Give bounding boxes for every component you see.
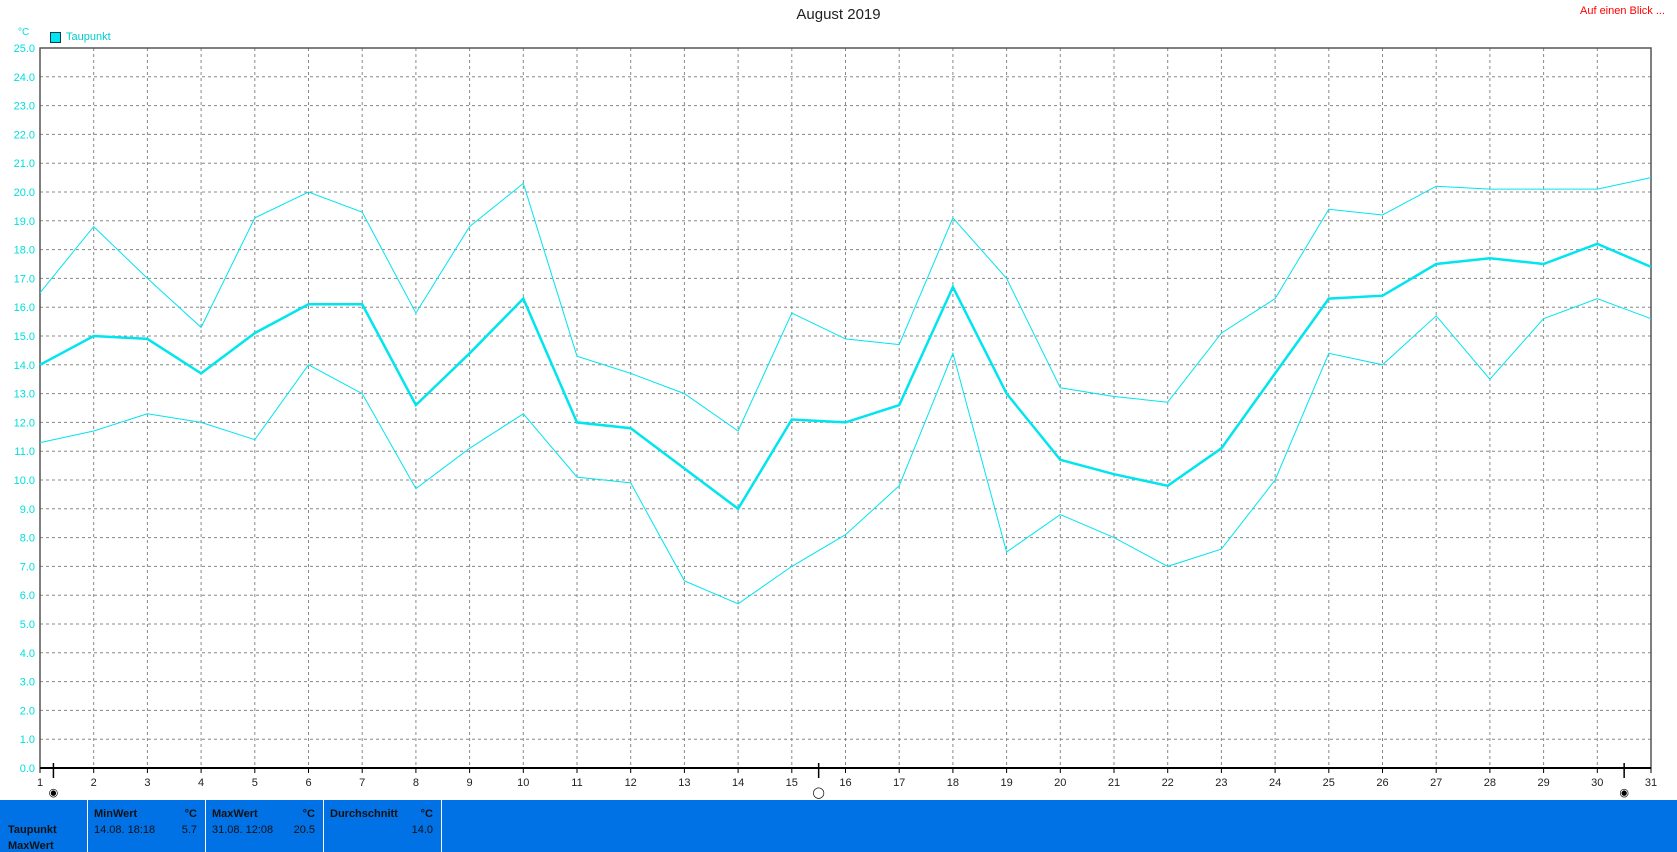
y-tick-label: 8.0 — [20, 533, 35, 545]
stats-col-min: MinWert °C 14.08. 18:18 5.7 — [88, 800, 206, 852]
y-tick-label: 11.0 — [14, 446, 35, 458]
y-tick-label: 15.0 — [14, 331, 35, 343]
x-tick-label: 22 — [1162, 777, 1174, 789]
stats-col-max: MaxWert °C 31.08. 12:08 20.5 — [206, 800, 324, 852]
x-tick-label: 4 — [198, 777, 204, 789]
x-tick-label: 21 — [1108, 777, 1120, 789]
stats-avg-header: Durchschnitt — [330, 808, 398, 820]
stats-avg-unit: °C — [420, 808, 433, 820]
x-tick-label: 18 — [947, 777, 959, 789]
y-tick-label: 5.0 — [20, 619, 35, 631]
y-tick-label: 17.0 — [14, 273, 35, 285]
range-end-marker: ◉ — [1619, 786, 1629, 799]
x-tick-label: 28 — [1484, 777, 1496, 789]
stats-max-header: MaxWert — [212, 808, 258, 820]
y-tick-label: 7.0 — [20, 561, 35, 573]
stats-max-when: 31.08. 12:08 — [212, 824, 274, 836]
x-tick-label: 3 — [144, 777, 150, 789]
x-tick-label: 29 — [1537, 777, 1549, 789]
range-start-marker: ◉ — [49, 786, 59, 799]
stats-row-label-taupunkt: Taupunkt — [8, 824, 57, 836]
x-tick-label: 13 — [678, 777, 690, 789]
x-tick-label: 16 — [839, 777, 851, 789]
y-tick-label: 14.0 — [14, 360, 35, 372]
y-tick-label: 10.0 — [14, 475, 35, 487]
stats-col-avg: Durchschnitt °C 14.0 — [324, 800, 442, 852]
y-tick-label: 22.0 — [14, 129, 35, 141]
range-center-marker: ◯ — [812, 786, 824, 799]
x-tick-label: 8 — [413, 777, 419, 789]
axes: 0.01.02.03.04.05.06.07.08.09.010.011.012… — [14, 43, 1658, 789]
x-tick-label: 12 — [625, 777, 637, 789]
y-tick-label: 18.0 — [14, 245, 35, 257]
y-tick-label: 4.0 — [20, 648, 35, 660]
stats-min-unit: °C — [184, 808, 197, 820]
x-tick-label: 2 — [91, 777, 97, 789]
x-tick-label: 20 — [1054, 777, 1066, 789]
x-tick-label: 25 — [1323, 777, 1335, 789]
stats-min-header: MinWert — [94, 808, 138, 820]
y-tick-label: 9.0 — [20, 504, 35, 516]
stats-max-value: 20.5 — [293, 824, 315, 836]
stats-row-label-maxwert: MaxWert — [8, 840, 54, 852]
y-tick-label: 0.0 — [20, 763, 35, 775]
x-tick-label: 15 — [786, 777, 798, 789]
y-tick-label: 25.0 — [14, 43, 35, 55]
x-tick-label: 30 — [1591, 777, 1603, 789]
x-tick-label: 19 — [1000, 777, 1012, 789]
y-tick-label: 13.0 — [14, 389, 35, 401]
y-tick-label: 19.0 — [14, 216, 35, 228]
y-tick-label: 12.0 — [14, 417, 35, 429]
y-tick-label: 20.0 — [14, 187, 35, 199]
x-tick-label: 27 — [1430, 777, 1442, 789]
stats-row-labels: Taupunkt MaxWert — [0, 800, 88, 852]
y-tick-label: 2.0 — [20, 705, 35, 717]
x-tick-label: 14 — [732, 777, 744, 789]
x-tick-label: 9 — [467, 777, 473, 789]
x-tick-label: 1 — [37, 777, 43, 789]
y-tick-label: 23.0 — [14, 101, 35, 113]
y-tick-label: 24.0 — [14, 72, 35, 84]
x-tick-label: 6 — [305, 777, 311, 789]
x-tick-label: 26 — [1376, 777, 1388, 789]
y-tick-label: 1.0 — [20, 734, 35, 746]
grid — [40, 48, 1651, 768]
x-tick-label: 23 — [1215, 777, 1227, 789]
stats-min-value: 5.7 — [181, 824, 197, 836]
y-tick-label: 6.0 — [20, 590, 35, 602]
x-tick-label: 31 — [1645, 777, 1657, 789]
x-tick-label: 11 — [571, 777, 582, 789]
chart-plot: 0.01.02.03.04.05.06.07.08.09.010.011.012… — [14, 43, 1658, 799]
y-tick-label: 21.0 — [14, 158, 35, 170]
stats-min-when: 14.08. 18:18 — [94, 824, 156, 836]
x-tick-label: 10 — [517, 777, 529, 789]
x-tick-label: 24 — [1269, 777, 1281, 789]
x-tick-label: 5 — [252, 777, 258, 789]
y-tick-label: 3.0 — [20, 677, 35, 689]
stats-max-unit: °C — [302, 808, 315, 820]
stats-avg-value: 14.0 — [411, 824, 433, 836]
y-tick-label: 16.0 — [14, 302, 35, 314]
x-tick-label: 7 — [359, 777, 365, 789]
stats-panel: Taupunkt MaxWert MinWert °C 14.08. 18:18… — [0, 800, 1677, 852]
x-tick-label: 17 — [893, 777, 905, 789]
